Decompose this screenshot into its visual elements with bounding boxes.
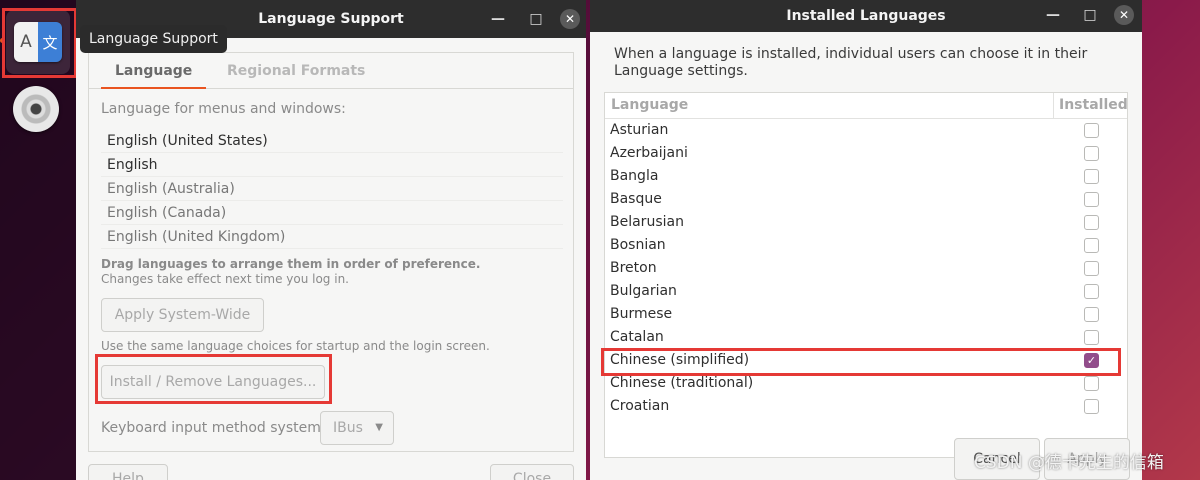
lang-icon-latin: A	[14, 22, 38, 62]
table-row[interactable]: Bosnian	[605, 234, 1127, 257]
table-row[interactable]: Burmese	[605, 303, 1127, 326]
maximize-icon[interactable]: □	[1080, 5, 1100, 25]
installed-checkbox[interactable]	[1084, 376, 1099, 391]
language-name: Bulgarian	[610, 283, 677, 299]
installed-checkbox[interactable]	[1084, 192, 1099, 207]
apply-system-wide-button[interactable]: Apply System-Wide	[101, 298, 264, 332]
language-support-body: Language Regional Formats Language for m…	[76, 38, 586, 480]
lang-icon-cjk: 文	[38, 22, 62, 62]
language-name: Catalan	[610, 329, 664, 345]
installed-checkbox[interactable]	[1084, 307, 1099, 322]
installed-checkbox-checked[interactable]: ✓	[1084, 353, 1099, 368]
tab-regional-formats[interactable]: Regional Formats	[213, 53, 379, 89]
drag-hint: Drag languages to arrange them in order …	[101, 257, 481, 271]
installed-checkbox[interactable]	[1084, 146, 1099, 161]
installed-checkbox[interactable]	[1084, 215, 1099, 230]
table-header: Language Installed	[605, 93, 1127, 119]
table-row[interactable]: Catalan	[605, 326, 1127, 349]
language-name: Azerbaijani	[610, 145, 688, 161]
disc-icon[interactable]	[13, 86, 59, 132]
installed-checkbox[interactable]	[1084, 330, 1099, 345]
same-choices-hint: Use the same language choices for startu…	[101, 339, 490, 353]
window-title: Language Support	[258, 11, 404, 27]
tab-language[interactable]: Language	[101, 53, 207, 89]
keyboard-input-label: Keyboard input method system:	[101, 420, 326, 436]
language-name: Breton	[610, 260, 657, 276]
window-title: Installed Languages	[786, 8, 946, 24]
keyboard-input-select[interactable]: IBus ▼	[320, 411, 394, 445]
list-item[interactable]: English (United Kingdom)	[101, 225, 563, 249]
column-language[interactable]: Language	[611, 97, 688, 113]
close-button[interactable]: Close	[490, 464, 574, 480]
dock: A 文	[0, 0, 77, 480]
language-name: Croatian	[610, 398, 670, 414]
language-name: Basque	[610, 191, 662, 207]
installed-checkbox[interactable]	[1084, 123, 1099, 138]
close-icon[interactable]: ✕	[560, 9, 580, 29]
table-row[interactable]: Asturian	[605, 119, 1127, 142]
keyboard-input-value: IBus	[333, 420, 363, 436]
language-support-window: Language Support — □ ✕ Language Regional…	[76, 0, 586, 480]
table-row[interactable]: Belarusian	[605, 211, 1127, 234]
language-name: Belarusian	[610, 214, 684, 230]
table-row[interactable]: Azerbaijani	[605, 142, 1127, 165]
tab-panel: Language Regional Formats Language for m…	[88, 52, 574, 452]
intro-text: When a language is installed, individual…	[614, 46, 1088, 79]
language-name: Asturian	[610, 122, 669, 138]
table-row[interactable]: Bulgarian	[605, 280, 1127, 303]
dock-app-language-support[interactable]: A 文	[6, 10, 70, 74]
close-icon[interactable]: ✕	[1114, 5, 1134, 25]
list-item[interactable]: English	[101, 153, 563, 177]
installed-checkbox[interactable]	[1084, 261, 1099, 276]
table-row[interactable]: Chinese (simplified) ✓	[605, 349, 1127, 372]
table-row[interactable]: Basque	[605, 188, 1127, 211]
installed-languages-window: Installed Languages — □ ✕ When a languag…	[590, 0, 1142, 480]
table-row[interactable]: Croatian	[605, 395, 1127, 418]
language-name: Chinese (traditional)	[610, 375, 754, 391]
minimize-icon[interactable]: —	[1043, 5, 1063, 25]
help-button[interactable]: Help	[88, 464, 168, 480]
installed-checkbox[interactable]	[1084, 399, 1099, 414]
list-item[interactable]: English (United States)	[101, 129, 563, 153]
language-list: English (United States) English English …	[101, 129, 563, 249]
installed-checkbox[interactable]	[1084, 169, 1099, 184]
language-support-icon: A 文	[14, 22, 62, 62]
installed-languages-titlebar[interactable]: Installed Languages — □ ✕	[590, 0, 1142, 32]
maximize-icon[interactable]: □	[526, 9, 546, 29]
list-item[interactable]: English (Canada)	[101, 201, 563, 225]
tab-bar: Language Regional Formats	[89, 53, 573, 89]
language-name: Chinese (simplified)	[610, 352, 750, 368]
column-installed[interactable]: Installed	[1059, 97, 1127, 113]
dock-tooltip: Language Support	[80, 25, 227, 53]
installed-checkbox[interactable]	[1084, 284, 1099, 299]
languages-table: Language Installed Asturian Azerbaijani …	[604, 92, 1128, 458]
language-name: Bangla	[610, 168, 659, 184]
changes-hint: Changes take effect next time you log in…	[101, 272, 349, 286]
installed-checkbox[interactable]	[1084, 238, 1099, 253]
column-separator	[1053, 93, 1054, 119]
menus-label: Language for menus and windows:	[101, 101, 346, 117]
chevron-down-icon: ▼	[375, 422, 383, 433]
running-indicator	[0, 38, 5, 43]
language-name: Burmese	[610, 306, 673, 322]
table-row[interactable]: Chinese (traditional)	[605, 372, 1127, 395]
minimize-icon[interactable]: —	[488, 9, 508, 29]
table-row[interactable]: Breton	[605, 257, 1127, 280]
language-name: Bosnian	[610, 237, 666, 253]
install-remove-languages-button[interactable]: Install / Remove Languages...	[101, 365, 325, 399]
list-item[interactable]: English (Australia)	[101, 177, 563, 201]
watermark: CSDN @德卡先生的信箱	[974, 453, 1164, 473]
installed-languages-body: When a language is installed, individual…	[590, 32, 1142, 480]
table-row[interactable]: Bangla	[605, 165, 1127, 188]
